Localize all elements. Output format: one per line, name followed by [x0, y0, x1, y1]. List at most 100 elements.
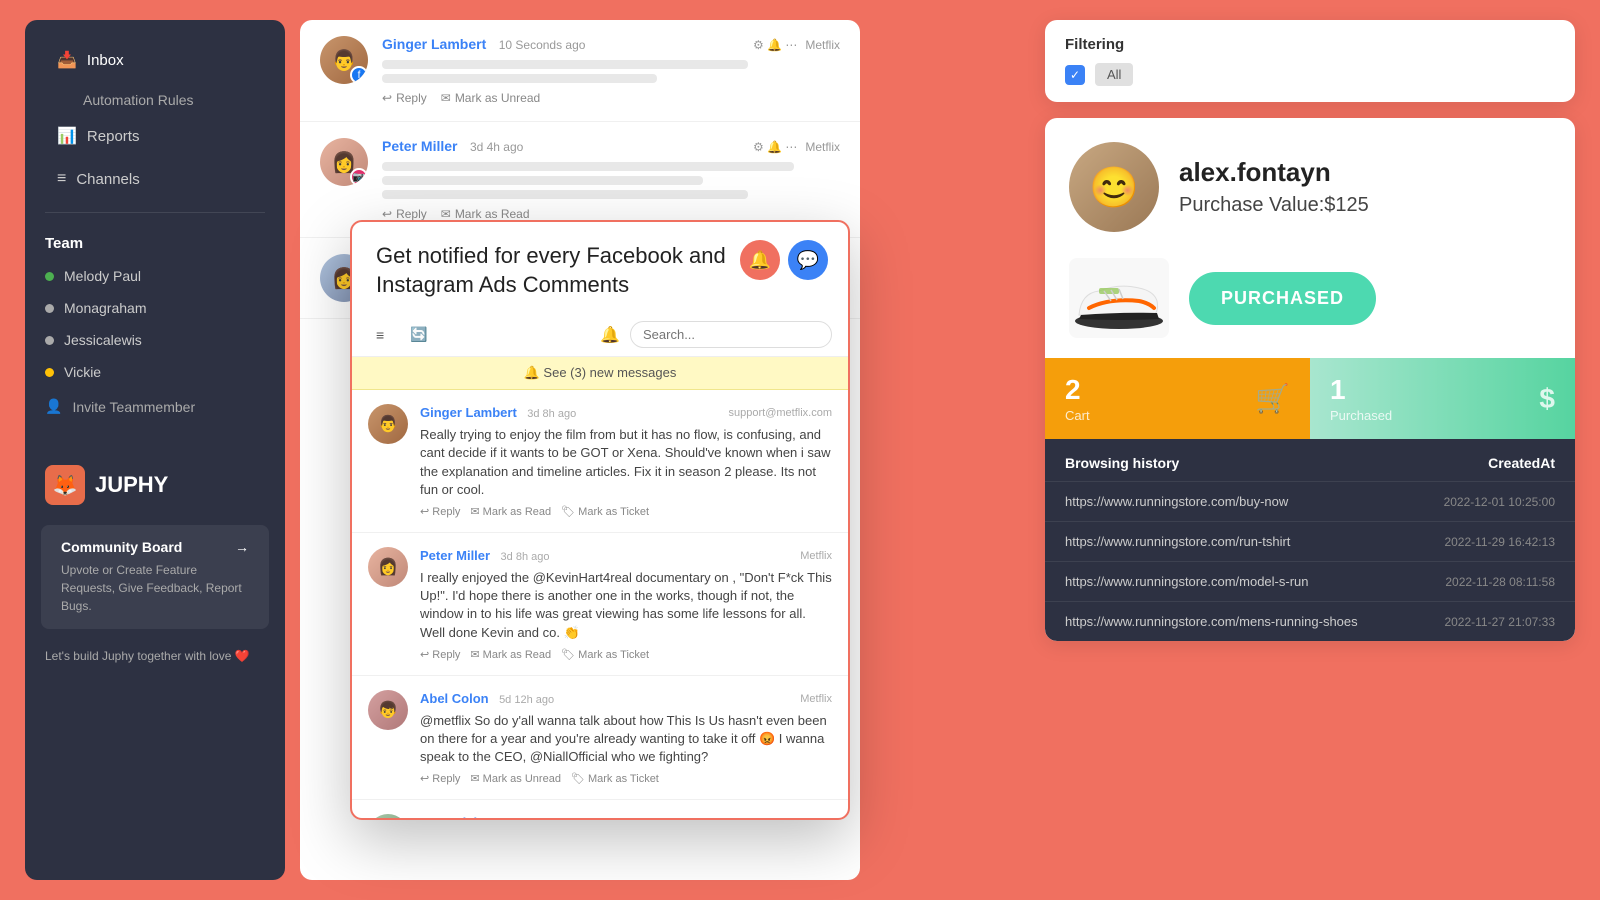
new-messages-bar[interactable]: 🔔 See (3) new messages — [352, 357, 848, 390]
sm-mark-read[interactable]: ✉ Mark as Read — [470, 648, 551, 661]
bell-icon: 🔔 — [600, 325, 620, 345]
overlay-message-3: 👦 Abel Colon 5d 12h ago Metflix @metflix… — [352, 676, 848, 801]
sidebar-divider — [45, 212, 265, 213]
message-source: Metflix — [805, 38, 840, 52]
sidebar-item-automation[interactable]: Automation Rules — [45, 84, 265, 116]
reply-button[interactable]: ↩ Reply — [382, 207, 427, 221]
overlay-card: Get notified for every Facebook andInsta… — [350, 220, 850, 820]
message-time: 3d 4h ago — [470, 140, 523, 154]
sm-actions: ↩ Reply ✉ Mark as Unread 🏷 Mark as Ticke… — [420, 772, 832, 785]
stat-cart[interactable]: 2 Cart 🛒 — [1045, 358, 1310, 439]
cart-icon: 🛒 — [1255, 382, 1290, 415]
chat-icon-btn[interactable]: 💬 — [788, 240, 828, 280]
sm-sender-name: Abel Colon — [420, 691, 489, 706]
message-actions: ↩ Reply ✉ Mark as Read — [382, 207, 840, 221]
sm-sender-name: Jane Klein — [420, 815, 485, 820]
online-dot — [45, 272, 54, 281]
sm-mark-read[interactable]: ✉ Mark as Read — [470, 505, 551, 518]
channels-icon: ≡ — [57, 170, 66, 188]
history-row-2: https://www.runningstore.com/run-tshirt … — [1045, 521, 1575, 561]
overlay-toolbar: ≡ 🔄 🔔 — [352, 313, 848, 357]
history-date: 2022-11-29 16:42:13 — [1444, 535, 1555, 549]
product-image — [1069, 258, 1169, 338]
customer-info: 😊 alex.fontayn Purchase Value:$125 — [1045, 118, 1575, 248]
sidebar: 📥 Inbox Automation Rules 📊 Reports ≡ Cha… — [25, 20, 285, 880]
product-section: PURCHASED — [1045, 248, 1575, 358]
customer-avatar: 😊 — [1069, 142, 1159, 232]
text-line — [382, 60, 748, 69]
history-url[interactable]: https://www.runningstore.com/buy-now — [1065, 494, 1288, 509]
browsing-history-title: Browsing history — [1065, 455, 1179, 471]
invite-icon: 👤 — [45, 398, 62, 415]
dollar-icon: $ — [1539, 383, 1555, 415]
sm-text: Really trying to enjoy the film from but… — [420, 426, 832, 499]
sm-time: 3d 8h ago — [501, 551, 550, 563]
sidebar-team-jessica[interactable]: Jessicalewis — [25, 324, 285, 356]
sm-source: Metflix — [800, 550, 832, 562]
message-options: ⚙ 🔔 ⋯ — [753, 38, 797, 52]
reply-button[interactable]: ↩ Reply — [382, 91, 427, 105]
overlay-action-icons: 🔔 💬 — [740, 240, 828, 280]
sm-reply[interactable]: ↩ Reply — [420, 505, 460, 518]
sm-time: 5d 12h ago — [495, 818, 550, 820]
sm-reply[interactable]: ↩ Reply — [420, 772, 460, 785]
sidebar-item-inbox[interactable]: 📥 Inbox — [45, 40, 265, 80]
sidebar-team-melody[interactable]: Melody Paul — [25, 260, 285, 292]
stat-purchased-label: Purchased — [1330, 408, 1392, 423]
purchased-button[interactable]: PURCHASED — [1189, 272, 1376, 325]
instagram-badge: 📷 — [350, 168, 368, 186]
sidebar-item-channels[interactable]: ≡ Channels — [45, 160, 265, 198]
mark-unread-button[interactable]: ✉ Mark as Unread — [441, 91, 540, 105]
notification-icon-btn[interactable]: 🔔 — [740, 240, 780, 280]
search-input[interactable] — [630, 321, 832, 348]
history-url[interactable]: https://www.runningstore.com/mens-runnin… — [1065, 614, 1358, 629]
refresh-button[interactable]: 🔄 — [402, 322, 435, 347]
sm-time: 5d 12h ago — [499, 694, 554, 706]
inbox-message-1: 👨 f Ginger Lambert 10 Seconds ago ⚙ 🔔 ⋯ … — [300, 20, 860, 122]
filtering-options: ✓ All — [1065, 63, 1555, 86]
overlay-message-2: 👩 Peter Miller 3d 8h ago Metflix I reall… — [352, 533, 848, 676]
sm-source: Metflix — [800, 693, 832, 705]
filter-checkbox[interactable]: ✓ — [1065, 65, 1085, 85]
history-url[interactable]: https://www.runningstore.com/model-s-run — [1065, 574, 1308, 589]
stats-row: 2 Cart 🛒 1 Purchased $ — [1045, 358, 1575, 439]
sm-avatar-peter: 👩 — [368, 547, 408, 587]
stat-purchased-number: 1 — [1330, 374, 1392, 406]
history-url[interactable]: https://www.runningstore.com/run-tshirt — [1065, 534, 1290, 549]
sm-time: 3d 8h ago — [527, 408, 576, 420]
sm-mark-unread[interactable]: ✉ Mark as Unread — [470, 772, 561, 785]
history-date: 2022-12-01 10:25:00 — [1444, 495, 1555, 509]
message-time: 10 Seconds ago — [499, 38, 586, 52]
mark-read-button[interactable]: ✉ Mark as Read — [441, 207, 530, 221]
sm-avatar-ginger: 👨 — [368, 404, 408, 444]
sm-actions: ↩ Reply ✉ Mark as Read 🏷 Mark as Ticket — [420, 505, 832, 518]
sidebar-item-reports[interactable]: 📊 Reports — [45, 116, 265, 156]
history-row-1: https://www.runningstore.com/buy-now 202… — [1045, 481, 1575, 521]
sm-source: support@metflix.com — [729, 407, 832, 419]
community-board[interactable]: Community Board → Upvote or Create Featu… — [41, 525, 269, 629]
sm-mark-ticket[interactable]: 🏷 Mark as Ticket — [561, 505, 649, 518]
history-row-4: https://www.runningstore.com/mens-runnin… — [1045, 601, 1575, 641]
browsing-history: Browsing history CreatedAt https://www.r… — [1045, 439, 1575, 641]
filtering-card: Filtering ✓ All — [1045, 20, 1575, 102]
stat-cart-label: Cart — [1065, 408, 1090, 423]
list-view-button[interactable]: ≡ — [368, 323, 392, 347]
created-at-title: CreatedAt — [1488, 455, 1555, 471]
invite-teammate-button[interactable]: 👤 Invite Teammember — [25, 388, 285, 425]
sm-avatar-abel: 👦 — [368, 690, 408, 730]
sm-mark-ticket[interactable]: 🏷 Mark as Ticket — [561, 648, 649, 661]
logo: 🦊 JUPHY — [25, 445, 285, 515]
sidebar-team-vickie[interactable]: Vickie — [25, 356, 285, 388]
message-options: ⚙ 🔔 ⋯ — [753, 140, 797, 154]
sm-sender-name: Peter Miller — [420, 548, 490, 563]
overlay-message-4: 👩 Jane Klein 5d 12h ago Metflix I just f… — [352, 800, 848, 820]
filter-tag-all[interactable]: All — [1095, 63, 1133, 86]
sm-mark-ticket[interactable]: 🏷 Mark as Ticket — [571, 772, 659, 785]
logo-icon: 🦊 — [45, 465, 85, 505]
reports-icon: 📊 — [57, 126, 77, 146]
sm-reply[interactable]: ↩ Reply — [420, 648, 460, 661]
history-date: 2022-11-28 08:11:58 — [1445, 575, 1555, 589]
stat-purchased[interactable]: 1 Purchased $ — [1310, 358, 1575, 439]
sidebar-team-mona[interactable]: Monagraham — [25, 292, 285, 324]
sender-name: Ginger Lambert — [382, 36, 486, 52]
